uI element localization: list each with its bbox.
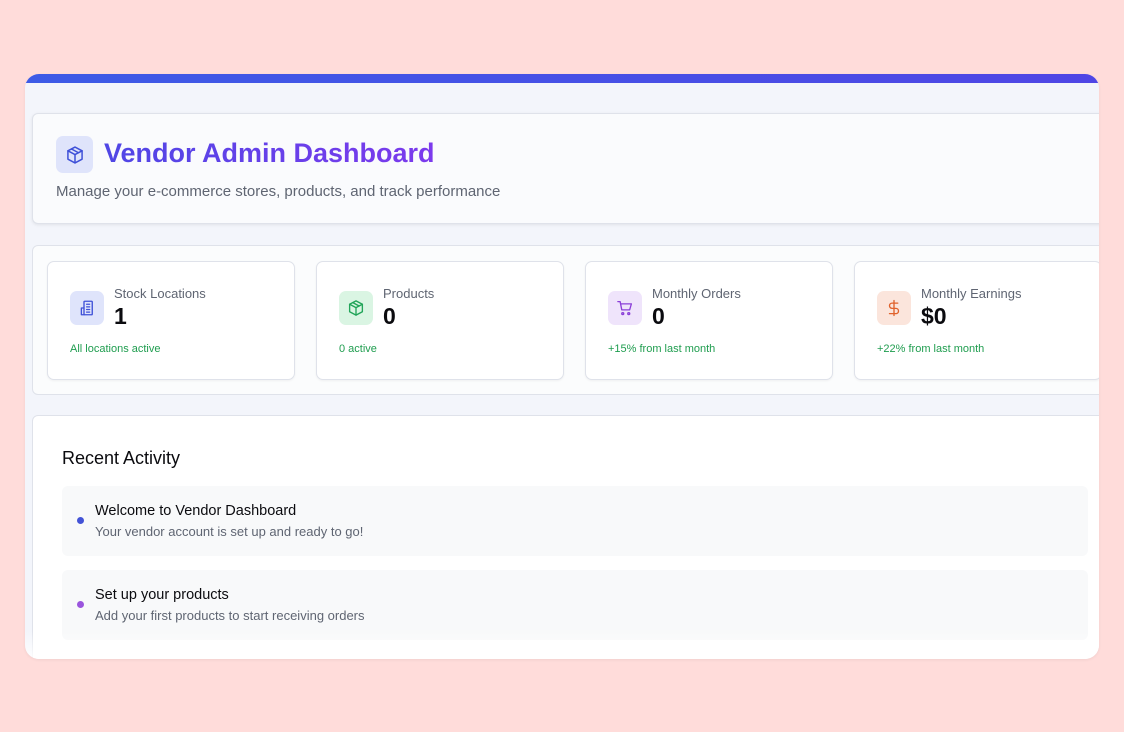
stat-note: +15% from last month (608, 343, 716, 355)
stat-value: $0 (921, 303, 947, 329)
page-subtitle: Manage your e-commerce stores, products,… (56, 183, 501, 200)
stat-value: 0 (652, 303, 665, 329)
section-title: Recent Activity (62, 448, 181, 468)
status-dot (77, 517, 84, 524)
stat-note: 0 active (339, 343, 377, 355)
activity-item-description: Add your first products to start receivi… (95, 608, 365, 623)
status-dot (77, 601, 84, 608)
stat-note: +22% from last month (877, 343, 985, 355)
stat-label: Monthly Earnings (921, 286, 1022, 301)
stat-note: All locations active (70, 343, 161, 355)
stat-label: Products (383, 286, 435, 301)
activity-item-description: Your vendor account is set up and ready … (95, 524, 364, 539)
activity-item: Welcome to Vendor Dashboard Your vendor … (62, 486, 1088, 556)
stat-card-monthly-earnings: Monthly Earnings $0 +22% from last month (854, 261, 1099, 380)
building-icon (70, 291, 104, 325)
package-icon (339, 291, 373, 325)
stat-card-stock-locations: Stock Locations 1 All locations active (47, 261, 295, 380)
stat-value: 0 (383, 303, 396, 329)
package-icon (56, 136, 93, 173)
page-title: Vendor Admin Dashboard (104, 138, 435, 168)
dashboard-window: Vendor Admin Dashboard Manage your e-com… (25, 74, 1099, 659)
top-accent-bar (25, 74, 1099, 83)
stat-label: Stock Locations (114, 286, 206, 301)
stat-card-products: Products 0 0 active (316, 261, 564, 380)
recent-activity-panel: Recent Activity Welcome to Vendor Dashbo… (32, 415, 1099, 659)
activity-item: Set up your products Add your first prod… (62, 570, 1088, 640)
activity-item-title: Set up your products (95, 587, 229, 603)
stat-value: 1 (114, 303, 127, 329)
header-card: Vendor Admin Dashboard Manage your e-com… (32, 113, 1099, 224)
stats-panel: Stock Locations 1 All locations active P… (32, 245, 1099, 395)
stat-card-monthly-orders: Monthly Orders 0 +15% from last month (585, 261, 833, 380)
shopping-cart-icon (608, 291, 642, 325)
stat-label: Monthly Orders (652, 286, 741, 301)
activity-item-title: Welcome to Vendor Dashboard (95, 503, 297, 519)
dollar-icon (877, 291, 911, 325)
